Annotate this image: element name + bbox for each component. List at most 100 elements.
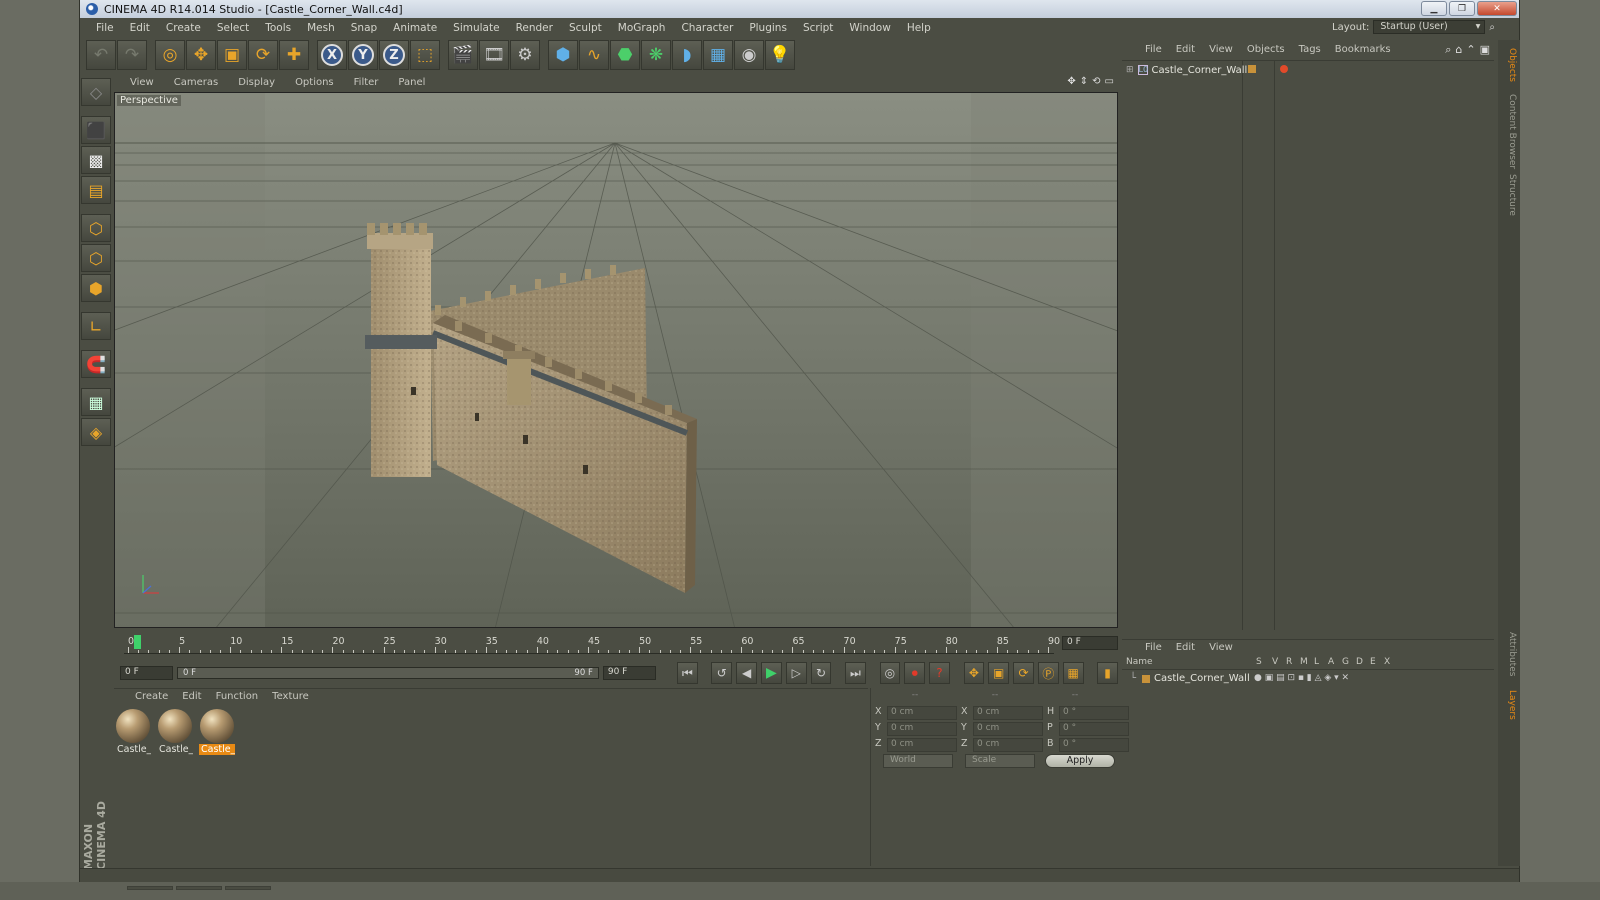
layer-menu-file[interactable]: File [1138, 642, 1169, 653]
menu-character[interactable]: Character [673, 22, 741, 34]
material-menu-function[interactable]: Function [209, 691, 266, 702]
key-parameter-icon[interactable]: Ⓟ [1037, 662, 1059, 684]
recent-tools-icon[interactable]: ✚ [279, 40, 309, 70]
array-icon[interactable]: ❋ [641, 40, 671, 70]
floor-icon[interactable]: ▦ [703, 40, 733, 70]
move-icon[interactable]: ✥ [186, 40, 216, 70]
size-mode-dropdown[interactable]: Scale [965, 754, 1035, 768]
expand-icon[interactable]: ⊞ [1126, 65, 1134, 75]
home-icon[interactable]: ⌂ [1455, 43, 1462, 57]
material-menu-texture[interactable]: Texture [265, 691, 316, 702]
layer-row[interactable]: └ Castle_Corner_Wall ● ▣ ▤ ⊡ ▪ ▮ ◬ ◈ ▾ ✕ [1122, 672, 1494, 686]
spline-icon[interactable]: ∿ [579, 40, 609, 70]
object-menu-objects[interactable]: Objects [1240, 44, 1292, 55]
rotation-h-field[interactable]: 0 ° [1059, 706, 1129, 720]
viewport-menu-view[interactable]: View [120, 77, 164, 88]
axis-mode-icon[interactable]: ∟ [81, 312, 111, 340]
texture-tag-icon[interactable] [1280, 65, 1288, 73]
menu-animate[interactable]: Animate [385, 22, 445, 34]
menu-mesh[interactable]: Mesh [299, 22, 343, 34]
y-axis-lock-icon[interactable]: Y [348, 40, 378, 70]
coordinate-system-icon[interactable]: ⬚ [410, 40, 440, 70]
key-position-icon[interactable]: ✥ [963, 662, 985, 684]
points-mode-icon[interactable]: ⬡ [81, 214, 111, 242]
orbit-icon[interactable]: ⟲ [1092, 76, 1100, 87]
taskbar-tab[interactable] [176, 886, 222, 890]
go-to-end-icon[interactable]: ⏭ [845, 662, 866, 684]
autokeying-icon[interactable]: ⏺ [904, 662, 926, 684]
layer-menu-view[interactable]: View [1202, 642, 1240, 653]
size-z-field[interactable]: 0 cm [973, 738, 1043, 752]
position-z-field[interactable]: 0 cm [887, 738, 957, 752]
end-frame-field[interactable]: 90 F [602, 666, 656, 680]
tweak-mode-icon[interactable]: 🧲 [81, 350, 111, 378]
new-view-icon[interactable]: ▣ [1480, 43, 1490, 57]
minimize-button[interactable]: ▁ [1421, 1, 1447, 16]
size-y-field[interactable]: 0 cm [973, 722, 1043, 736]
visibility-dot-icon[interactable] [1248, 65, 1256, 73]
render-picture-viewer-icon[interactable]: 🎞 [479, 40, 509, 70]
previous-key-icon[interactable]: ↺ [711, 662, 733, 684]
tab-objects[interactable]: Objects [1501, 44, 1517, 86]
menu-file[interactable]: File [88, 22, 122, 34]
cube-icon[interactable]: ⬢ [548, 40, 578, 70]
dolly-icon[interactable]: ⇕ [1080, 76, 1088, 87]
rotate-icon[interactable]: ⟳ [248, 40, 278, 70]
menu-mograph[interactable]: MoGraph [610, 22, 674, 34]
texture-mode-icon[interactable]: ▩ [81, 146, 111, 174]
current-frame-field[interactable]: 0 F [1062, 636, 1118, 650]
play-forward-icon[interactable]: ▶ [761, 662, 782, 684]
next-frame-icon[interactable]: ▷ [785, 662, 807, 684]
menu-render[interactable]: Render [508, 22, 561, 34]
timeline-window-icon[interactable]: ▮ [1097, 662, 1118, 684]
rotation-p-field[interactable]: 0 ° [1059, 722, 1129, 736]
viewport-menu-options[interactable]: Options [285, 77, 344, 88]
deformer-icon[interactable]: ◗ [672, 40, 702, 70]
preview-range-slider[interactable]: 0 F 90 F [177, 667, 599, 679]
layer-color-icon[interactable] [1142, 675, 1150, 683]
current-frame-marker[interactable] [134, 635, 141, 649]
timeline-ruler[interactable]: 0 5 10 15 20 25 30 35 40 45 50 55 60 65 70 75 80 85 90 0 F [114, 634, 1118, 654]
coordinate-space-dropdown[interactable]: World [883, 754, 953, 768]
live-selection-icon[interactable]: ◎ [155, 40, 185, 70]
record-keys-icon[interactable]: ◎ [879, 662, 901, 684]
material-swatch-selected[interactable]: Castle_c [199, 708, 235, 756]
search-icon[interactable]: ⌕ [1489, 22, 1495, 33]
menu-window[interactable]: Window [841, 22, 898, 34]
maximize-view-icon[interactable]: ▭ [1105, 76, 1114, 87]
size-x-field[interactable]: 0 cm [973, 706, 1043, 720]
material-menu-edit[interactable]: Edit [175, 691, 208, 702]
material-swatch[interactable]: Castle_c [157, 708, 193, 756]
tab-layers[interactable]: Layers [1501, 686, 1517, 724]
light-icon[interactable]: 💡 [765, 40, 795, 70]
position-y-field[interactable]: 0 cm [887, 722, 957, 736]
scale-icon[interactable]: ▣ [217, 40, 247, 70]
viewport-menu-filter[interactable]: Filter [344, 77, 389, 88]
up-icon[interactable]: ⌃ [1466, 43, 1475, 57]
nurbs-icon[interactable]: ⬣ [610, 40, 640, 70]
object-menu-bookmarks[interactable]: Bookmarks [1328, 44, 1398, 55]
object-menu-tags[interactable]: Tags [1292, 44, 1328, 55]
undo-icon[interactable]: ↶ [86, 40, 116, 70]
position-x-field[interactable]: 0 cm [887, 706, 957, 720]
menu-simulate[interactable]: Simulate [445, 22, 507, 34]
menu-select[interactable]: Select [209, 22, 257, 34]
edit-render-settings-icon[interactable]: ⚙ [510, 40, 540, 70]
make-editable-icon[interactable]: ◇ [81, 78, 111, 106]
restore-button[interactable]: ❐ [1449, 1, 1475, 16]
object-row[interactable]: ⊞ L0 Castle_Corner_Wall [1126, 63, 1247, 77]
snap-icon[interactable]: ▦ [81, 388, 111, 416]
workplane-lock-icon[interactable]: ◈ [81, 418, 111, 446]
perspective-viewport[interactable]: Perspective [114, 92, 1118, 628]
layout-dropdown[interactable]: Startup (User) [1373, 20, 1486, 34]
menu-help[interactable]: Help [899, 22, 939, 34]
material-menu-create[interactable]: Create [128, 691, 175, 702]
tab-attributes[interactable]: Attributes [1501, 628, 1517, 680]
workplane-icon[interactable]: ▤ [81, 176, 111, 204]
taskbar-tab[interactable] [225, 886, 271, 890]
layer-menu-edit[interactable]: Edit [1169, 642, 1202, 653]
material-swatch[interactable]: Castle_c [115, 708, 151, 756]
pan-icon[interactable]: ✥ [1067, 76, 1075, 87]
z-axis-lock-icon[interactable]: Z [379, 40, 409, 70]
x-axis-lock-icon[interactable]: X [317, 40, 347, 70]
